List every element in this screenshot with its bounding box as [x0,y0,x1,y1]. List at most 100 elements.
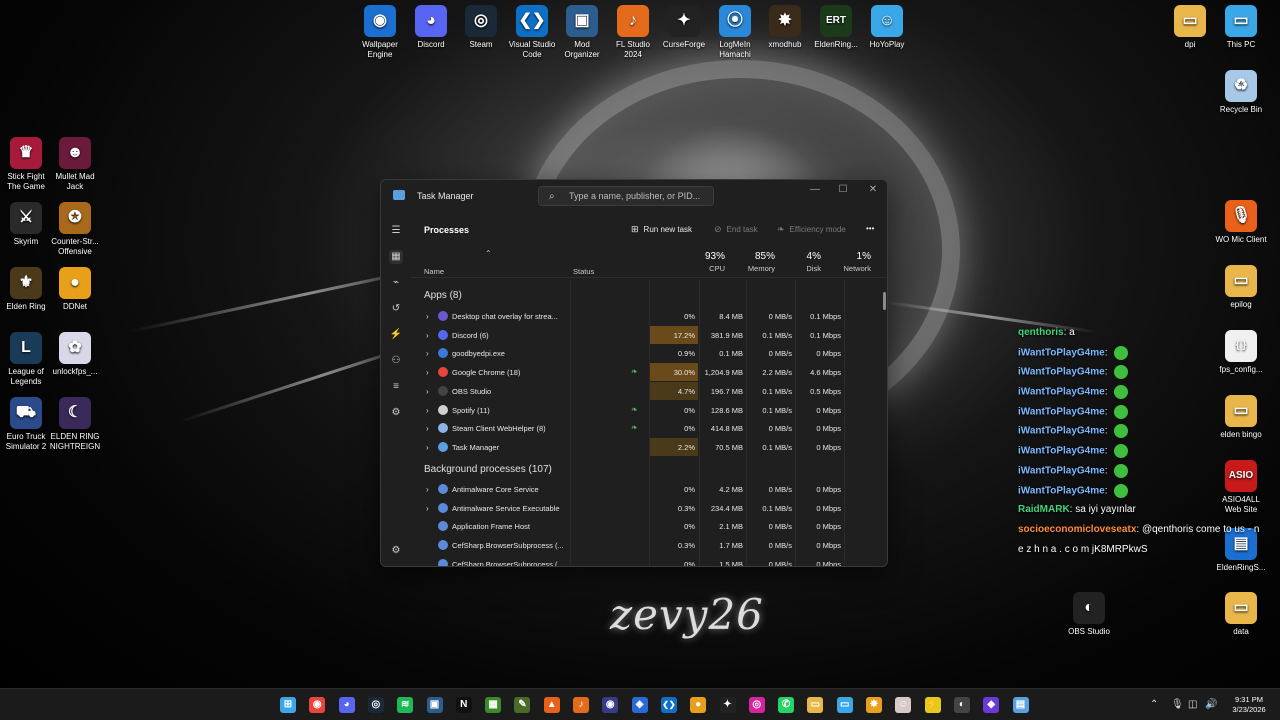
desktop-shortcut[interactable]: ♪ FL Studio 2024 [607,5,659,60]
processes-nav-icon[interactable]: ▦ [389,250,403,264]
windows-start-icon[interactable]: ⊞ [280,697,296,713]
desktop-shortcut[interactable]: ☾ ELDEN RING NIGHTREIGN [49,397,101,452]
desktop-shortcut[interactable]: ⚔ Skyrim [0,202,52,247]
minecraft-icon[interactable]: ▦ [485,697,502,713]
column-memory[interactable]: 85% Memory [723,251,775,273]
desktop-shortcut[interactable]: ◉ Wallpaper Engine [354,5,406,60]
process-row[interactable]: › goodbyedpi.exe 0.9% 0.1 MB 0 MB/s 0 Mbps [411,344,887,362]
curseforge-icon[interactable]: ✦ [719,697,736,713]
desktop-shortcut[interactable]: ◎ Steam [455,5,507,50]
wallpaper-engine-icon[interactable]: ◉ [602,697,619,713]
process-row[interactable]: CefSharp.BrowserSubprocess (... 0% 1.5 MB 0… [411,555,887,566]
ddnet-icon[interactable]: ● [690,697,707,713]
process-row[interactable]: › Discord (6) 17.2% 381.9 MB 0.1 MB/s 0.1 Mbp… [411,325,887,344]
column-network[interactable]: 1% Network [821,251,871,273]
process-row[interactable]: › OBS Studio 4.7% 196.7 MB 0.1 MB/s 0.5 Mbps [411,381,887,400]
desktop-shortcut[interactable]: ☻ Mullet Mad Jack [49,137,101,192]
process-row[interactable]: › Desktop chat overlay for strea... 0% 8.4 … [411,307,887,325]
process-row[interactable]: › Spotify (11) ❧ 0% 128.6 MB 0.1 MB/s 0 Mbps [411,401,887,419]
expand-chevron-icon[interactable]: › [426,443,429,452]
hamburger-menu-icon[interactable]: ☰ [389,224,403,238]
desktop-shortcut[interactable]: ♻ Recycle Bin [1215,70,1267,115]
desktop-shortcut[interactable]: ▣ Mod Organizer [556,5,608,60]
desktop-shortcut[interactable]: ⦿ LogMeIn Hamachi [709,5,761,60]
process-list[interactable]: Apps (8) Background processes (107) › Des… [411,280,887,566]
services-nav-icon[interactable]: ⚙ [389,406,403,420]
desktop-shortcut[interactable]: ▭ This PC [1215,5,1267,50]
expand-chevron-icon[interactable]: › [426,368,429,377]
xmodhub-icon[interactable]: ✸ [866,697,882,713]
minimize-button[interactable]: — [801,184,829,200]
column-name[interactable]: Name [424,267,444,276]
desktop-shortcut[interactable]: ✪ Counter-Str... Offensive [49,202,101,257]
anime-app-icon[interactable]: ☺ [895,697,912,713]
process-row[interactable]: CefSharp.BrowserSubprocess (... 0.3% 1.7 M… [411,536,887,554]
show-hidden-icons-chevron-icon[interactable]: ⌃ [1150,699,1158,710]
desktop-shortcut[interactable]: ▭ epilog [1215,265,1267,310]
process-row[interactable]: › Task Manager 2.2% 70.5 MB 0.1 MB/s 0 Mbps [411,437,887,456]
whatsapp-icon[interactable]: ✆ [778,697,795,713]
task-manager-window[interactable]: Task Manager ⌕ Type a name, publisher, o… [380,179,888,567]
more-options-button[interactable]: ••• [866,224,874,233]
expand-chevron-icon[interactable]: › [426,349,429,358]
desktop-shortcut[interactable]: ⛟ Euro Truck Simulator 2 [0,397,52,452]
desktop-shortcut[interactable]: ☺ HoYoPlay [861,5,913,50]
desktop-shortcut[interactable]: L League of Legends [0,332,52,387]
desktop-shortcut[interactable]: ✦ CurseForge [658,5,710,50]
task-manager-icon[interactable]: ▤ [1012,697,1029,713]
obs-icon[interactable]: ◐ [953,697,970,713]
desktop-shortcut[interactable]: ❮❯ Visual Studio Code [506,5,558,60]
desktop-shortcut[interactable]: ◐ OBS Studio [1063,592,1115,637]
close-button[interactable]: ✕ [859,184,887,200]
expand-chevron-icon[interactable]: › [426,406,429,415]
desktop-shortcut[interactable]: ERT EldenRing... [810,5,862,50]
process-row[interactable]: › Antimalware Core Service 0% 4.2 MB 0 MB/s 0… [411,480,887,498]
desktop-shortcut[interactable]: ✸ xmodhub [759,5,811,50]
system-clock[interactable]: 9:31 PM 3/23/2026 [1226,695,1272,715]
performance-nav-icon[interactable]: ⌁ [389,276,403,290]
purple-app-icon[interactable]: ◆ [983,697,1000,713]
remote-desktop-icon[interactable]: ▭ [836,697,853,713]
settings-nav-icon[interactable]: ⚙ [389,544,403,558]
desktop-shortcut[interactable]: ● DDNet [49,267,101,312]
expand-chevron-icon[interactable]: › [426,312,429,321]
spotify-icon[interactable]: ≋ [397,697,414,713]
apps-group-header[interactable]: Apps (8) [424,290,462,301]
volume-tray-icon[interactable]: 🔊 [1205,699,1217,710]
desktop-shortcut[interactable]: ✿ unlockfps_... [49,332,101,377]
expand-chevron-icon[interactable]: › [426,424,429,433]
process-row[interactable]: › Antimalware Service Executable 0.3% 234.4… [411,499,887,517]
brave-icon[interactable]: ▲ [543,697,560,713]
app-history-nav-icon[interactable]: ↺ [389,302,403,316]
efficiency-mode-button[interactable]: ❧ Efficiency mode [777,224,846,235]
process-row[interactable]: › Steam Client WebHelper (8) ❧ 0% 414.8 MB 0 … [411,419,887,437]
column-disk[interactable]: 4% Disk [773,251,821,273]
fl-studio-icon[interactable]: ♪ [573,697,589,713]
visual-studio-icon[interactable]: ◈ [631,697,648,713]
netflix-icon[interactable]: N [455,697,472,713]
valorant-icon[interactable]: ⚡ [924,697,941,713]
desktop-shortcut[interactable]: ▭ data [1215,592,1267,637]
column-cpu[interactable]: 93% CPU [673,251,725,273]
desktop-shortcut[interactable]: ⚜ Elden Ring [0,267,52,312]
expand-chevron-icon[interactable]: › [426,331,429,340]
maximize-button[interactable]: ☐ [829,184,857,200]
notepad-icon[interactable]: ✎ [514,697,531,713]
instagram-icon[interactable]: ◎ [748,697,765,713]
run-new-task-button[interactable]: ⊞ Run new task [631,224,692,235]
file-explorer-icon[interactable]: ▭ [807,697,824,713]
expand-chevron-icon[interactable]: › [426,504,429,513]
users-nav-icon[interactable]: ⚇ [389,354,403,368]
microphone-tray-icon[interactable]: 🎙 [1171,699,1184,710]
vscode-icon[interactable]: ❮❯ [660,697,677,713]
desktop-shortcut[interactable]: 🎙 WO Mic Client [1215,200,1267,245]
discord-icon[interactable]: ◕ [338,697,355,713]
expand-chevron-icon[interactable]: › [426,485,429,494]
desktop-shortcut[interactable]: ▭ dpi [1164,5,1216,50]
search-input[interactable]: ⌕ Type a name, publisher, or PID... [538,186,714,206]
process-row[interactable]: › Google Chrome (18) ❧ 30.0% 1,204.9 MB 2.2 M… [411,363,887,382]
title-bar[interactable]: Task Manager ⌕ Type a name, publisher, o… [381,180,887,212]
steam-icon[interactable]: ◎ [367,697,384,713]
mod-organizer-icon[interactable]: ▣ [426,697,443,713]
expand-chevron-icon[interactable]: › [426,387,429,396]
